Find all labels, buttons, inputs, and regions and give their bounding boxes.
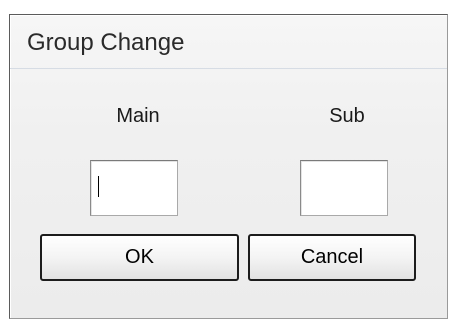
title-bar: Group Change — [10, 15, 447, 69]
main-label: Main — [116, 105, 160, 127]
ok-button[interactable]: OK — [40, 234, 239, 281]
sub-label: Sub — [329, 105, 365, 127]
main-input[interactable] — [90, 160, 178, 216]
cancel-button[interactable]: Cancel — [248, 234, 416, 281]
group-change-dialog: Group Change Main Sub OK Cancel — [9, 14, 448, 319]
text-caret — [98, 176, 99, 197]
sub-input[interactable] — [300, 160, 388, 216]
dialog-title: Group Change — [27, 29, 185, 56]
